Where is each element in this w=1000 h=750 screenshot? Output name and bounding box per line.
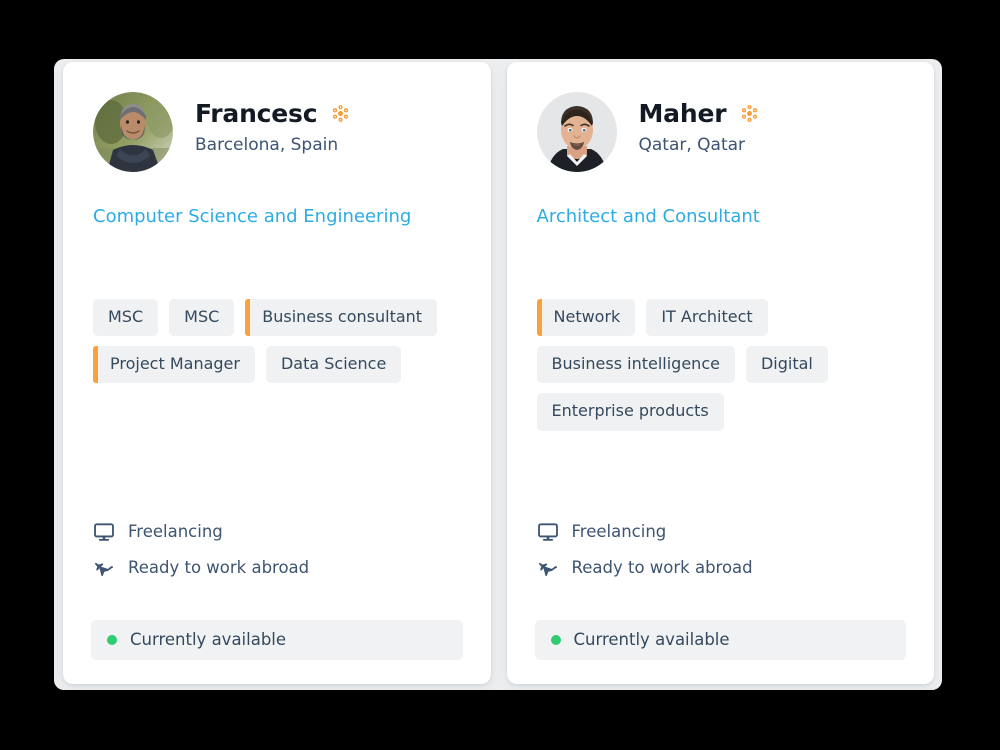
attribute-list: Freelancing Ready to work abroad xyxy=(93,521,463,579)
availability-bar: Currently available xyxy=(534,620,906,660)
person-name: Francesc xyxy=(195,99,318,128)
attribute-label: Ready to work abroad xyxy=(571,558,753,578)
skill-tag-list: MSC MSC Business consultant Project Mana… xyxy=(93,298,463,384)
name-row: Francesc xyxy=(195,100,350,128)
attribute-label: Freelancing xyxy=(128,522,223,542)
identity-block: Maher Qatar, Qatar xyxy=(639,92,760,155)
skill-tag[interactable]: Data Science xyxy=(265,345,402,384)
availability-bar: Currently available xyxy=(91,620,463,660)
skill-tag[interactable]: MSC xyxy=(93,298,159,336)
avatar[interactable] xyxy=(536,92,617,172)
monitor-icon xyxy=(537,523,558,541)
profile-card[interactable]: Maher Qatar, Qatar Architect and Consult… xyxy=(506,62,934,684)
skill-tag[interactable]: Digital xyxy=(745,345,828,384)
profile-card[interactable]: Francesc Barcelona, Spain Computer Scien… xyxy=(63,62,491,684)
person-location: Barcelona, Spain xyxy=(195,134,339,155)
profile-header: Maher Qatar, Qatar xyxy=(536,92,907,184)
availability-label: Currently available xyxy=(573,630,730,650)
attribute-label: Ready to work abroad xyxy=(128,558,310,578)
profile-headline: Computer Science and Engineering xyxy=(93,206,412,227)
name-row: Maher xyxy=(639,100,760,128)
airplane-icon xyxy=(94,562,113,577)
skill-tag[interactable]: Enterprise products xyxy=(536,393,724,431)
attribute-row: Ready to work abroad xyxy=(537,557,907,579)
attribute-row: Freelancing xyxy=(537,521,907,543)
avatar-photo xyxy=(93,92,173,172)
skill-tag[interactable]: Project Manager xyxy=(93,345,255,384)
avatar[interactable] xyxy=(93,92,173,172)
identity-block: Francesc Barcelona, Spain xyxy=(195,92,350,155)
monitor-icon xyxy=(94,523,114,541)
availability-label: Currently available xyxy=(130,630,287,650)
skill-tag[interactable]: Business consultant xyxy=(245,298,438,336)
airplane-icon xyxy=(538,562,557,577)
green-dot-icon xyxy=(107,635,117,645)
skill-tag[interactable]: IT Architect xyxy=(646,298,768,336)
person-location: Qatar, Qatar xyxy=(638,134,746,155)
attribute-row: Freelancing xyxy=(93,521,463,543)
skill-tag-list: Network IT Architect Business intelligen… xyxy=(536,298,907,431)
profile-header: Francesc Barcelona, Spain xyxy=(93,92,463,184)
page-root: Francesc Barcelona, Spain Computer Scien… xyxy=(0,0,1000,750)
green-dot-icon xyxy=(550,635,561,645)
attribute-list: Freelancing Ready to work abroad xyxy=(537,521,907,579)
profile-headline: Architect and Consultant xyxy=(536,206,760,227)
profile-card-list: Francesc Barcelona, Spain Computer Scien… xyxy=(63,62,934,686)
verified-flower-icon[interactable] xyxy=(331,104,350,123)
avatar-photo xyxy=(536,92,617,172)
attribute-label: Freelancing xyxy=(571,522,667,542)
verified-flower-icon[interactable] xyxy=(740,104,759,123)
person-name: Maher xyxy=(638,99,727,128)
skill-tag[interactable]: MSC xyxy=(169,298,235,336)
skill-tag[interactable]: Network xyxy=(536,298,636,336)
attribute-row: Ready to work abroad xyxy=(93,557,463,579)
skill-tag[interactable]: Business intelligence xyxy=(536,345,735,384)
